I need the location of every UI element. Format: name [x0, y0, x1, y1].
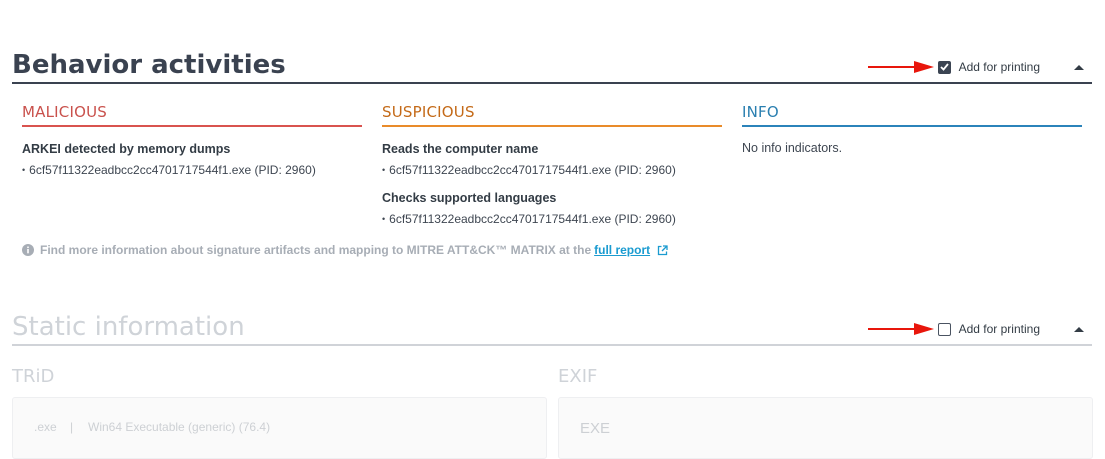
- red-arrow-annotation-icon: [867, 61, 934, 73]
- trid-separator: |: [70, 420, 74, 434]
- red-arrow-annotation-icon: [867, 323, 934, 335]
- info-title: INFO: [742, 103, 1082, 127]
- external-link-icon[interactable]: [657, 244, 668, 256]
- full-report-link[interactable]: full report: [594, 243, 650, 257]
- trid-description: Win64 Executable (generic) (76.4): [88, 420, 271, 434]
- checkmark-icon: [939, 63, 949, 71]
- trid-box: .exe | Win64 Executable (generic) (76.4): [12, 397, 547, 459]
- trid-ext: .exe: [34, 420, 57, 434]
- indicator-process-text: 6cf57f11322eadbcc2cc4701717544f1.exe (PI…: [29, 163, 316, 177]
- chevron-up-icon[interactable]: [1074, 64, 1084, 70]
- signature-note: Find more information about signature ar…: [22, 243, 668, 257]
- indicator-process: • 6cf57f11322eadbcc2cc4701717544f1.exe (P…: [382, 163, 722, 177]
- static-print-checkbox[interactable]: [937, 322, 951, 336]
- exif-value: EXE: [580, 420, 611, 437]
- behavior-print-checkbox[interactable]: [937, 60, 951, 74]
- indicator-title[interactable]: Reads the computer name: [382, 142, 722, 156]
- indicator-title[interactable]: ARKEI detected by memory dumps: [22, 142, 362, 156]
- exif-box: EXE: [558, 397, 1093, 459]
- suspicious-title: SUSPICIOUS: [382, 103, 722, 127]
- note-text: Find more information about signature ar…: [40, 243, 592, 257]
- behavior-print-label[interactable]: Add for printing: [959, 60, 1040, 74]
- static-section-header: Static information Add for printing: [12, 310, 1092, 346]
- malicious-column: MALICIOUS ARKEI detected by memory dumps…: [22, 103, 362, 177]
- indicator-process-text: 6cf57f11322eadbcc2cc4701717544f1.exe (PI…: [389, 163, 676, 177]
- indicator-process: • 6cf57f11322eadbcc2cc4701717544f1.exe (P…: [22, 163, 362, 177]
- behavior-section-header: Behavior activities Add for printing: [12, 48, 1092, 84]
- chevron-up-icon[interactable]: [1074, 326, 1084, 332]
- trid-title: TRiD: [12, 366, 55, 387]
- info-circle-icon: [22, 244, 34, 256]
- bullet-icon: •: [22, 165, 26, 175]
- suspicious-column: SUSPICIOUS Reads the computer name • 6cf5…: [382, 103, 722, 226]
- indicator-process-text: 6cf57f11322eadbcc2cc4701717544f1.exe (PI…: [389, 212, 676, 226]
- static-print-label[interactable]: Add for printing: [959, 322, 1040, 336]
- static-print-control: Add for printing: [867, 322, 1084, 336]
- static-section-title: Static information: [12, 312, 245, 342]
- info-column: INFO No info indicators.: [742, 103, 1082, 155]
- bullet-icon: •: [382, 214, 386, 224]
- no-info-text: No info indicators.: [742, 141, 843, 155]
- behavior-print-control: Add for printing: [867, 60, 1084, 74]
- bullet-icon: •: [382, 165, 386, 175]
- exif-title: EXIF: [558, 366, 598, 387]
- indicator-process: • 6cf57f11322eadbcc2cc4701717544f1.exe (P…: [382, 212, 722, 226]
- indicator-title[interactable]: Checks supported languages: [382, 191, 722, 205]
- behavior-section-title: Behavior activities: [12, 50, 286, 80]
- malicious-title: MALICIOUS: [22, 103, 362, 127]
